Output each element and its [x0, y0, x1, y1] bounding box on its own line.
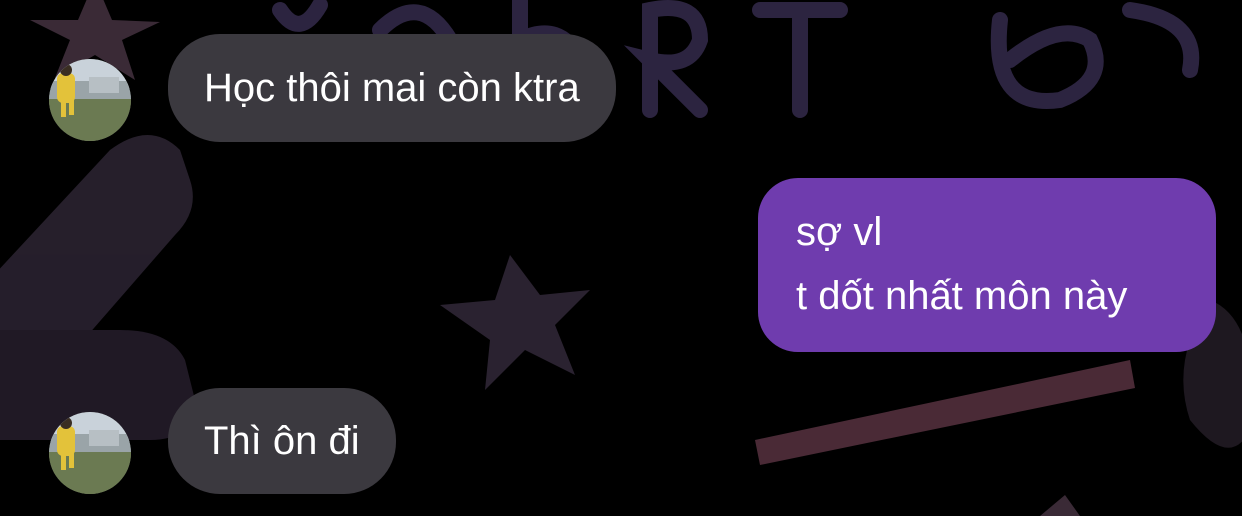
message-text: Thì ôn đi	[204, 419, 360, 463]
sender-avatar[interactable]	[49, 59, 131, 141]
profile-photo-icon	[49, 59, 131, 141]
profile-photo-icon	[49, 412, 131, 494]
message-line: sợ vl	[796, 210, 883, 254]
message-thread: Học thôi mai còn ktra sợ vl t dốt nhất m…	[0, 0, 1242, 516]
sender-avatar[interactable]	[49, 412, 131, 494]
incoming-message-bubble[interactable]: Học thôi mai còn ktra	[168, 34, 616, 142]
message-text: Học thôi mai còn ktra	[204, 66, 580, 110]
message-line: t dốt nhất môn này	[796, 274, 1128, 318]
outgoing-message-bubble[interactable]: sợ vl t dốt nhất môn này	[758, 178, 1216, 352]
incoming-message-bubble[interactable]: Thì ôn đi	[168, 388, 396, 494]
